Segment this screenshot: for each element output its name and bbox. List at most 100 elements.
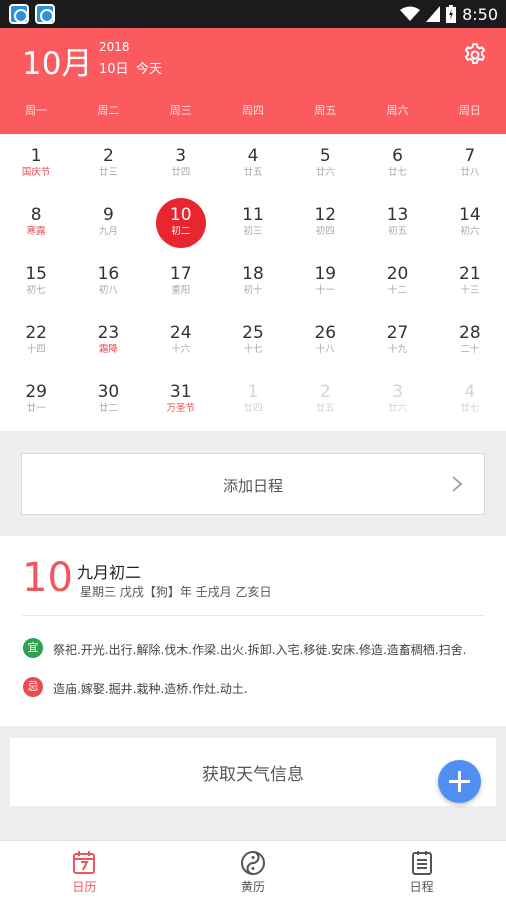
- calendar-day[interactable]: 5 廿六: [289, 134, 361, 193]
- lunar-label: 重阳: [171, 285, 191, 296]
- calendar-day[interactable]: 27 十九: [361, 311, 433, 370]
- calendar-day[interactable]: 6 廿七: [361, 134, 433, 193]
- calendar-day[interactable]: 30 廿二: [72, 370, 144, 429]
- calendar-day[interactable]: 25 十七: [217, 311, 289, 370]
- almanac-day: 10: [22, 555, 73, 601]
- lunar-label: 霜降: [98, 344, 118, 355]
- day-number: 13: [386, 205, 409, 225]
- calendar-day[interactable]: 29 廿一: [0, 370, 72, 429]
- add-fab-button[interactable]: [438, 760, 481, 803]
- current-month[interactable]: 10月: [22, 38, 92, 83]
- calendar-day[interactable]: 2 廿三: [72, 134, 144, 193]
- day-number: 17: [169, 264, 192, 284]
- calendar-day[interactable]: 16 初八: [72, 252, 144, 311]
- yin-yang-icon: [241, 851, 265, 875]
- weather-label: 获取天气信息: [202, 765, 304, 785]
- day-number: 2: [319, 382, 331, 402]
- day-number: 18: [242, 264, 264, 284]
- battery-icon: [446, 5, 457, 23]
- calendar-day[interactable]: 8 寒露: [0, 193, 72, 252]
- day-number: 16: [97, 264, 120, 284]
- lunar-label: 初八: [98, 285, 118, 296]
- tab-almanac[interactable]: 黄历: [169, 841, 338, 900]
- calendar-day[interactable]: 3 廿四: [145, 134, 217, 193]
- calendar-day[interactable]: 20 十二: [361, 252, 433, 311]
- lunar-label: 廿八: [460, 167, 480, 178]
- calendar-day[interactable]: 11 初三: [217, 193, 289, 252]
- app-notification-icon: [9, 4, 29, 24]
- bottom-navigation: 日历 黄历 日程: [0, 840, 506, 900]
- add-schedule-button[interactable]: 添加日程: [21, 453, 485, 515]
- lunar-label: 初四: [315, 226, 335, 237]
- day-number: 7: [464, 146, 476, 166]
- schedule-list-icon: [411, 851, 432, 875]
- calendar-day[interactable]: 12 初四: [289, 193, 361, 252]
- tab-calendar[interactable]: 日历: [0, 841, 169, 900]
- lunar-label: 廿六: [388, 403, 408, 414]
- today-button[interactable]: 今天: [136, 58, 162, 77]
- day-number: 9: [103, 205, 114, 225]
- lunar-label: 廿六: [315, 167, 335, 178]
- calendar-day-selected[interactable]: 10 初二: [145, 193, 217, 252]
- auspicious-activities: 祭祀.开光.出行.解除.伐木.作梁.出火.拆卸.入宅.移徙.安床.修造.造畜稠栖…: [53, 643, 467, 657]
- day-number: 12: [314, 205, 337, 225]
- calendar-day[interactable]: 7 廿八: [434, 134, 506, 193]
- settings-gear-icon[interactable]: [462, 42, 488, 68]
- calendar-day[interactable]: 1 国庆节: [0, 134, 72, 193]
- lunar-label: 廿三: [98, 167, 118, 178]
- current-date: 10日: [99, 62, 129, 77]
- add-schedule-label: 添加日程: [222, 477, 283, 495]
- calendar-week-row: 22 十四 23 霜降 24 十六 25 十七 26 十八 27 十九 28 二十: [0, 311, 506, 370]
- day-number: 3: [392, 382, 403, 402]
- day-number: 2: [103, 146, 114, 166]
- lunar-label: 十一: [315, 285, 335, 296]
- calendar-day[interactable]: 15 初七: [0, 252, 72, 311]
- calendar-day[interactable]: 18 初十: [217, 252, 289, 311]
- day-number: 24: [169, 323, 192, 343]
- day-number: 3: [175, 146, 187, 166]
- inauspicious-activities: 造庙.嫁娶.掘井.栽种.造桥.作灶.动土.: [53, 682, 248, 696]
- tab-calendar-label: 日历: [72, 880, 97, 894]
- day-number: 21: [459, 264, 481, 284]
- calendar-day[interactable]: 17 重阳: [145, 252, 217, 311]
- day-number: 19: [314, 264, 337, 284]
- calendar-day[interactable]: 3 廿六: [361, 370, 433, 429]
- calendar-day[interactable]: 24 十六: [145, 311, 217, 370]
- clock: 8:50: [462, 4, 498, 24]
- auspicious-badge: 宜: [23, 638, 43, 658]
- calendar-day[interactable]: 22 十四: [0, 311, 72, 370]
- calendar-day[interactable]: 1 廿四: [217, 370, 289, 429]
- lunar-label: 初六: [460, 226, 480, 237]
- calendar-header: 10月 2018 10日 今天 周一 周二 周三 周四 周五 周六 周日: [0, 28, 506, 134]
- day-number: 14: [459, 205, 481, 225]
- calendar-day[interactable]: 19 十一: [289, 252, 361, 311]
- day-number: 1: [247, 382, 259, 402]
- inauspicious-badge: 忌: [23, 677, 43, 697]
- calendar-day[interactable]: 9 九月: [72, 193, 144, 252]
- lunar-label: 廿二: [98, 403, 118, 414]
- tab-schedule[interactable]: 日程: [337, 841, 506, 900]
- calendar-day[interactable]: 23 霜降: [72, 311, 144, 370]
- current-year: 2018: [99, 40, 130, 54]
- calendar-day[interactable]: 4 廿七: [434, 370, 506, 429]
- calendar-day[interactable]: 21 十三: [434, 252, 506, 311]
- day-number: 26: [314, 323, 337, 343]
- day-number: 4: [247, 146, 259, 166]
- calendar-day[interactable]: 4 廿五: [217, 134, 289, 193]
- calendar-day[interactable]: 26 十八: [289, 311, 361, 370]
- get-weather-button[interactable]: 获取天气信息: [10, 738, 496, 806]
- lunar-label: 初七: [26, 285, 46, 296]
- almanac-card: 10 九月初二 星期三 戊戌【狗】年 壬戌月 乙亥日 宜 祭祀.开光.出行.解除…: [0, 536, 506, 726]
- calendar-day[interactable]: 14 初六: [434, 193, 506, 252]
- lunar-label: 国庆节: [21, 167, 51, 178]
- calendar-day[interactable]: 13 初五: [361, 193, 433, 252]
- calendar-day[interactable]: 31 万圣节: [145, 370, 217, 429]
- weekday-label: 周一: [25, 104, 48, 117]
- calendar-day[interactable]: 28 二十: [434, 311, 506, 370]
- day-number: 11: [242, 205, 264, 225]
- day-number: 1: [30, 146, 42, 166]
- day-number: 15: [25, 264, 47, 284]
- calendar-day[interactable]: 2 廿五: [289, 370, 361, 429]
- day-number: 30: [97, 382, 120, 402]
- lunar-label: 廿四: [171, 167, 191, 178]
